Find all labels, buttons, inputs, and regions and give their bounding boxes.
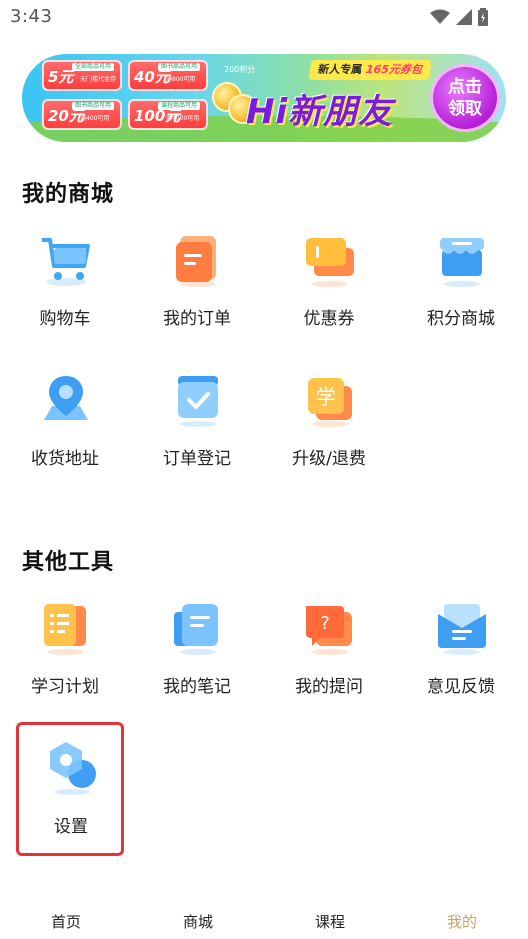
grid-item-cart[interactable]: 购物车	[10, 232, 120, 352]
grid-item-label: 优惠券	[303, 309, 355, 329]
grid-item-label: 我的提问	[295, 677, 363, 697]
claim-button-label: 点击领取	[448, 77, 482, 119]
coupon-card: 100元 课程商品可用 满4000可用	[128, 99, 208, 130]
order-register-icon	[178, 376, 218, 427]
grid-item-label: 意见反馈	[427, 677, 495, 697]
banner-headline: Hi新朋友	[246, 92, 394, 132]
question-icon: ?	[306, 606, 352, 655]
grid-item-notes[interactable]: 我的笔记	[142, 600, 252, 720]
grid-item-label: 学习计划	[31, 677, 99, 697]
grid-item-label: 收货地址	[31, 449, 99, 469]
status-time: 3:43	[10, 6, 53, 27]
coupon-card: 20元 图书商品可用 满400可用	[42, 99, 122, 130]
nav-item-home[interactable]: 首页	[0, 900, 132, 939]
grid-item-orders[interactable]: 我的订单	[142, 232, 252, 352]
grid-item-questions[interactable]: ? 我的提问	[274, 600, 384, 720]
wifi-icon	[430, 9, 450, 24]
grid-item-label: 订单登记	[163, 449, 231, 469]
nav-item-mine[interactable]: 我的	[396, 900, 528, 939]
grid-item-points-store[interactable]: 积分商城	[406, 232, 516, 352]
section-title-mall: 我的商城	[22, 182, 115, 207]
status-icons	[430, 8, 488, 26]
bottom-nav: 首页 商城 课程 我的	[0, 900, 528, 939]
grid-item-label: 购物车	[39, 309, 91, 329]
claim-button[interactable]: 点击领取	[430, 64, 500, 132]
coupon-icon	[306, 238, 354, 287]
highlight-box	[16, 722, 124, 856]
study-plan-icon	[44, 604, 86, 655]
promo-ribbon: 新人专属 165元券包	[308, 60, 432, 80]
grid-item-label: 积分商城	[427, 309, 495, 329]
grid-item-label: 我的笔记	[163, 677, 231, 697]
coupon-card: 5元 全部商品可用 无门槛代金券	[42, 60, 122, 91]
grid-item-coupons[interactable]: 优惠券	[274, 232, 384, 352]
upgrade-refund-icon: 学	[308, 378, 352, 427]
feedback-icon	[438, 604, 486, 655]
battery-icon	[478, 8, 488, 26]
points-label: 200积分	[224, 65, 256, 74]
points-store-icon	[440, 238, 484, 287]
grid-item-address[interactable]: 收货地址	[10, 372, 120, 492]
grid-item-label: 我的订单	[163, 309, 231, 329]
grid-item-label: 升级/退费	[292, 449, 366, 469]
promo-banner[interactable]: 5元 全部商品可用 无门槛代金券 40元 图书商品可用 满800可用 20元 图…	[22, 54, 506, 142]
signal-icon	[456, 9, 472, 25]
coupon-card: 40元 图书商品可用 满800可用	[128, 60, 208, 91]
shopping-cart-icon	[42, 238, 90, 286]
grid-item-upgrade-refund[interactable]: 学 升级/退费	[274, 372, 384, 492]
section-title-tools: 其他工具	[22, 550, 115, 575]
status-bar: 3:43	[0, 0, 528, 36]
nav-item-courses[interactable]: 课程	[264, 900, 396, 939]
svg-text:?: ?	[320, 613, 330, 634]
location-pin-icon	[44, 376, 88, 420]
order-list-icon	[176, 236, 216, 287]
notes-icon	[174, 604, 218, 655]
svg-text:学: 学	[316, 385, 336, 409]
grid-item-order-register[interactable]: 订单登记	[142, 372, 252, 492]
grid-item-study-plan[interactable]: 学习计划	[10, 600, 120, 720]
grid-item-feedback[interactable]: 意见反馈	[406, 600, 516, 720]
nav-item-mall[interactable]: 商城	[132, 900, 264, 939]
